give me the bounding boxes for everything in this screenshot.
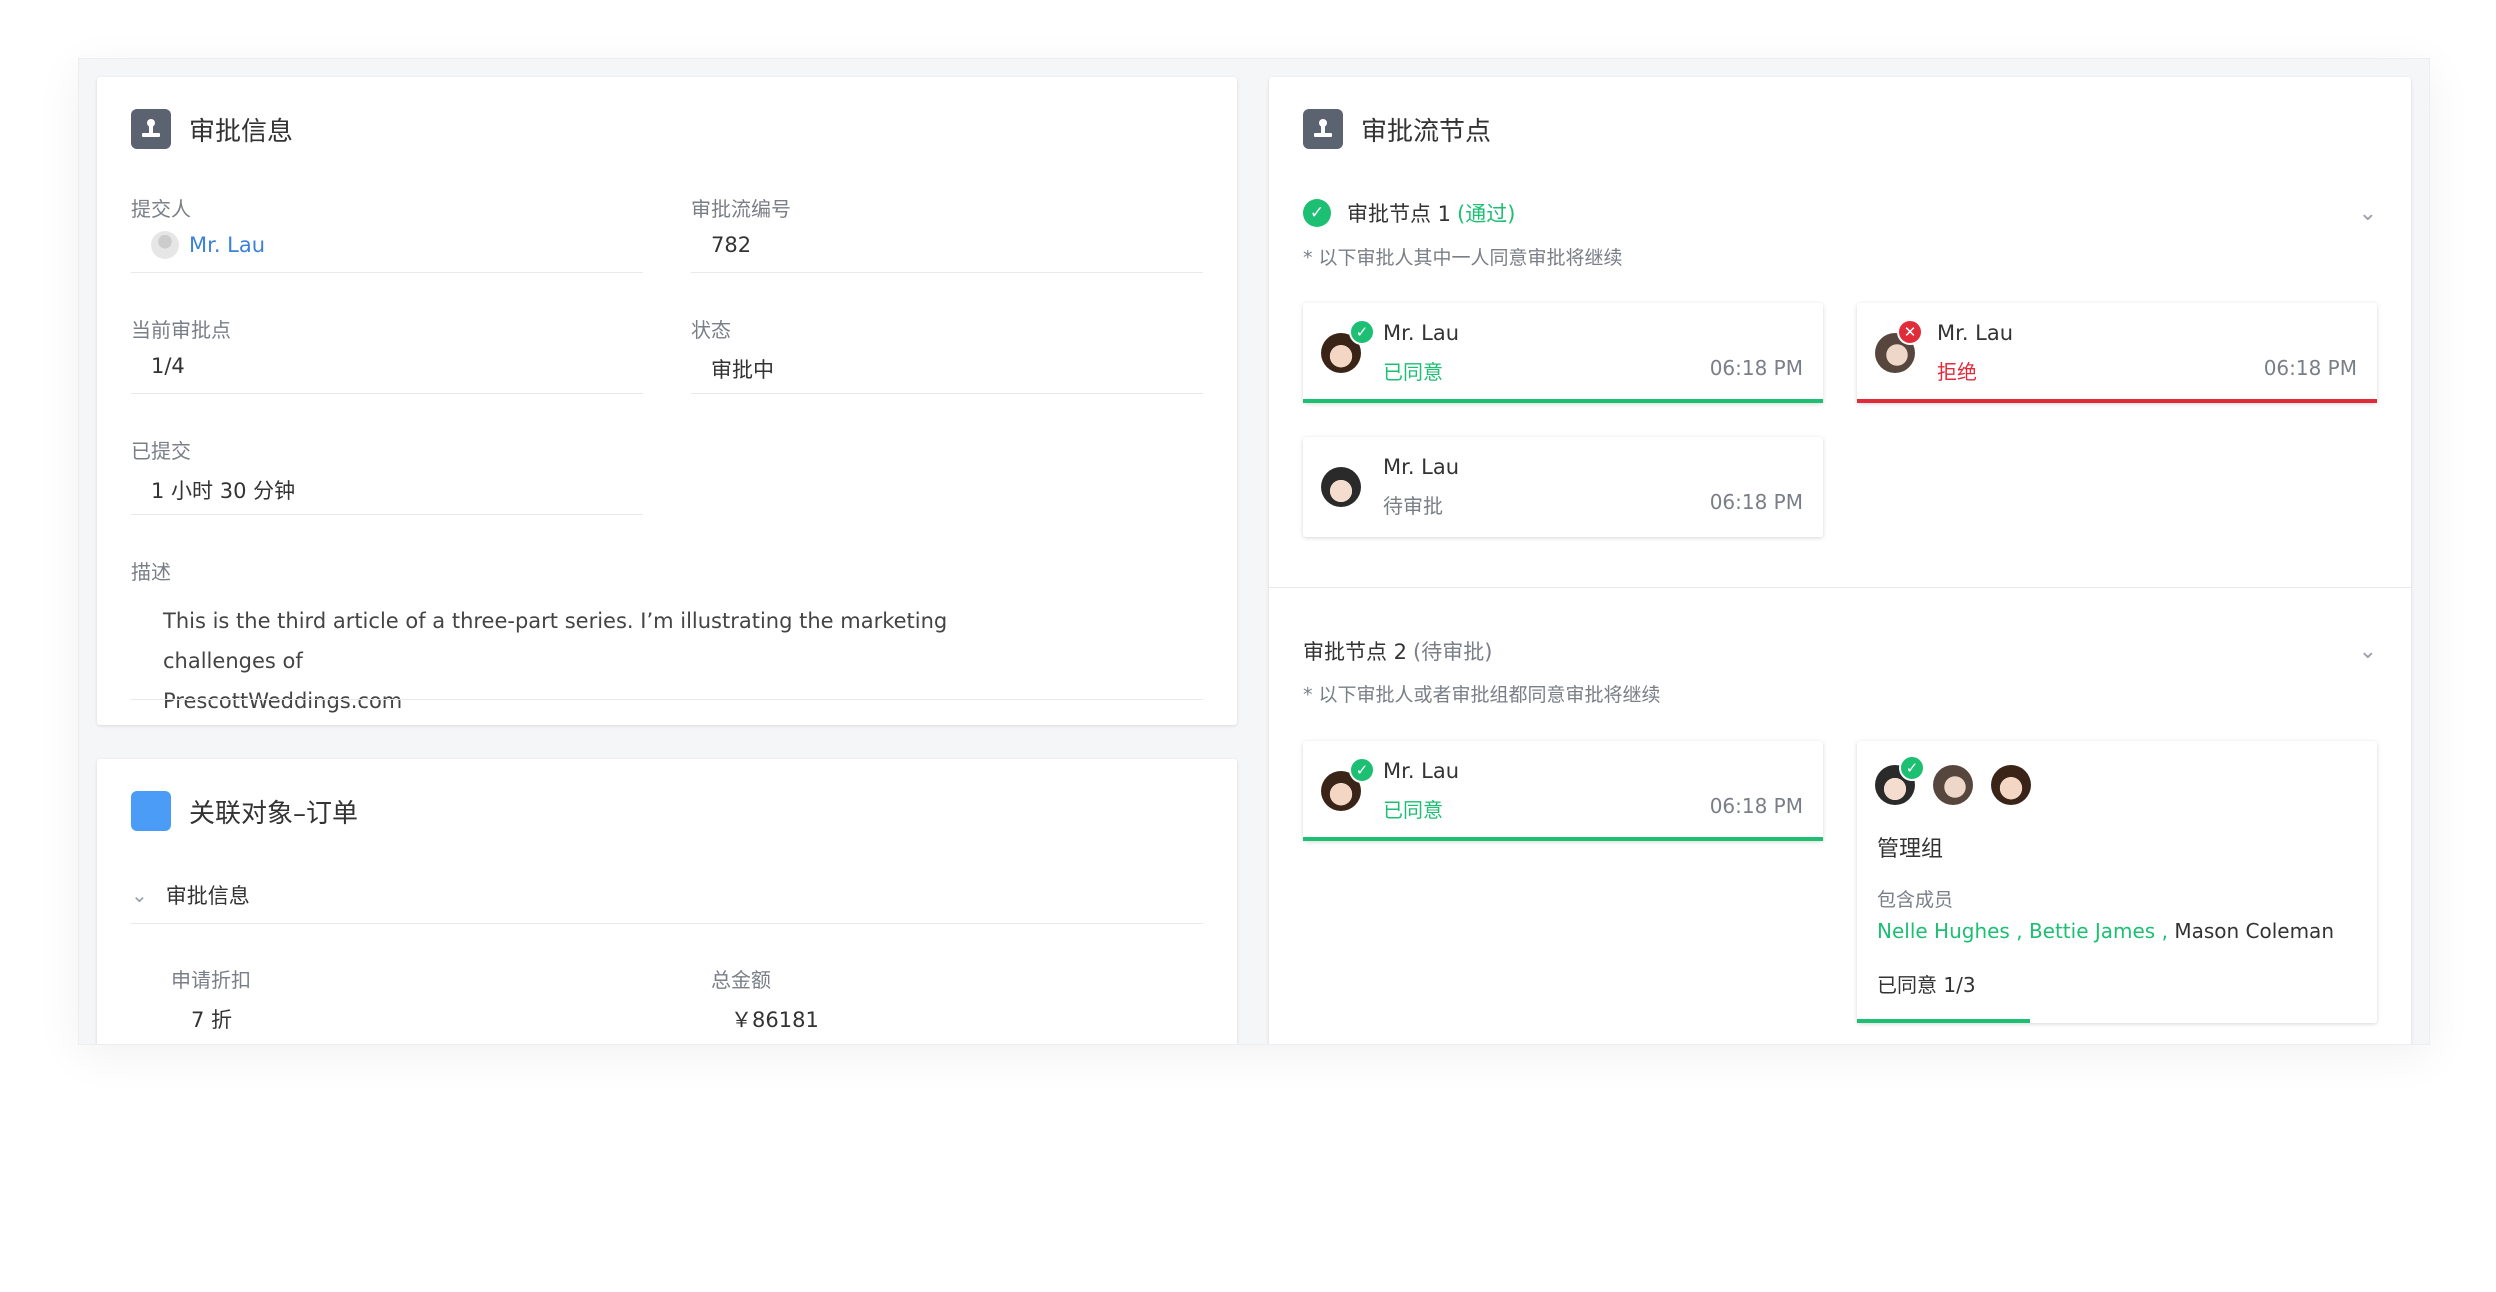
discount-value: 7 折 (191, 1008, 233, 1032)
flow-no-label: 审批流编号 (691, 197, 791, 221)
avatar (151, 231, 179, 259)
check-icon: ✓ (1303, 199, 1331, 227)
current-point-value: 1/4 (131, 354, 643, 394)
member-separator: , (2155, 919, 2175, 943)
app-frame: 审批信息 提交人 Mr. Lau 审批流编号 782 当前审批点 1/4 状态 … (78, 58, 2430, 1045)
discount-field: 申请折扣 7 折 (171, 964, 631, 1032)
status-value: 审批中 (691, 354, 1203, 394)
group-name: 管理组 (1877, 837, 1944, 862)
approver-name: Mr. Lau (1383, 759, 1460, 783)
approval-flow-card: 审批流节点 ✓ 审批节点 1 (通过) ⌄ * 以下审批人其中一人同意审批将继续… (1269, 77, 2411, 1044)
rejected-badge-icon: ✕ (1897, 319, 1923, 345)
approval-flow-title: 审批流节点 (1361, 116, 1492, 147)
node-1-status: (通过) (1457, 202, 1516, 226)
submitted-value: 1 小时 30 分钟 (131, 475, 643, 515)
approver-name: Mr. Lau (1937, 321, 2014, 345)
total-value: ￥86181 (731, 1008, 819, 1032)
approval-info-header: 审批信息 (131, 109, 293, 149)
submitter-name[interactable]: Mr. Lau (189, 233, 265, 257)
order-icon (131, 791, 171, 831)
member-link[interactable]: Nelle Hughes (1877, 919, 2010, 943)
submitter-label: 提交人 (131, 197, 191, 221)
related-section-title: 审批信息 (165, 884, 250, 908)
chevron-down-icon: ⌄ (131, 883, 148, 907)
approval-info-card: 审批信息 提交人 Mr. Lau 审批流编号 782 当前审批点 1/4 状态 … (97, 77, 1237, 725)
approver-time: 06:18 PM (1709, 356, 1803, 380)
approved-badge-icon: ✓ (1349, 757, 1375, 783)
approval-group-card[interactable]: ✓ 管理组 包含成员 Nelle Hughes , Bettie James ,… (1857, 741, 2377, 1023)
status-field: 状态 审批中 (691, 314, 1203, 394)
approver-state: 已同意 (1383, 798, 1443, 822)
submitted-field: 已提交 1 小时 30 分钟 (131, 435, 643, 515)
members-list: Nelle Hughes , Bettie James , Mason Cole… (1877, 919, 2334, 943)
node-1-title: 审批节点 1 (1347, 202, 1452, 226)
avatar (1933, 765, 1973, 805)
node-1-header[interactable]: ✓ 审批节点 1 (通过) ⌄ (1303, 193, 2377, 233)
total-field: 总金额 ￥86181 (711, 964, 1171, 1032)
node-2-title: 审批节点 2 (1303, 640, 1408, 664)
related-order-header: 关联对象–订单 (131, 791, 358, 831)
chevron-down-icon[interactable]: ⌄ (2359, 639, 2377, 664)
member-name: Mason Coleman (2174, 919, 2334, 943)
chevron-down-icon[interactable]: ⌄ (2359, 201, 2377, 226)
node-2-status: (待审批) (1413, 640, 1493, 664)
stamp-icon (1303, 109, 1343, 149)
description-text: This is the third article of a three-par… (163, 601, 1063, 721)
submitter-value[interactable]: Mr. Lau (131, 231, 643, 273)
approver-card[interactable]: Mr. Lau 待审批 06:18 PM (1303, 437, 1823, 537)
approval-info-title: 审批信息 (189, 116, 294, 147)
node-2-header[interactable]: 审批节点 2 (待审批) ⌄ (1303, 631, 2377, 671)
divider (1269, 587, 2411, 588)
member-separator: , (2009, 919, 2029, 943)
rejected-bar (1857, 399, 2377, 403)
related-section-toggle[interactable]: ⌄ 审批信息 (131, 867, 1203, 924)
group-agreed-count: 已同意 1/3 (1877, 973, 1976, 997)
approver-time: 06:18 PM (1709, 794, 1803, 818)
approval-flow-header: 审批流节点 (1303, 109, 1491, 149)
current-point-field: 当前审批点 1/4 (131, 314, 643, 394)
flow-no-field: 审批流编号 782 (691, 193, 1203, 273)
approved-bar (1303, 837, 1823, 841)
approved-badge-icon: ✓ (1899, 755, 1925, 781)
approver-card[interactable]: ✓ Mr. Lau 已同意 06:18 PM (1303, 303, 1823, 403)
approver-state: 待审批 (1383, 494, 1443, 518)
approver-name: Mr. Lau (1383, 321, 1460, 345)
description-line-2: PrescottWeddings.com (163, 689, 403, 713)
group-progress-bar (1857, 1019, 2031, 1023)
related-order-card: 关联对象–订单 ⌄ 审批信息 申请折扣 7 折 总金额 ￥86181 (97, 759, 1237, 1044)
avatar (1321, 467, 1361, 507)
members-label: 包含成员 (1877, 889, 1954, 911)
node-2-note: * 以下审批人或者审批组都同意审批将继续 (1303, 684, 1661, 706)
submitter-field: 提交人 Mr. Lau (131, 193, 643, 273)
status-label: 状态 (691, 318, 731, 342)
approver-card[interactable]: ✕ Mr. Lau 拒绝 06:18 PM (1857, 303, 2377, 403)
desc-label: 描述 (131, 560, 171, 584)
approved-bar (1303, 399, 1823, 403)
stamp-icon (131, 109, 171, 149)
node-1-note: * 以下审批人其中一人同意审批将继续 (1303, 247, 1623, 269)
divider (131, 699, 1203, 700)
approver-name: Mr. Lau (1383, 455, 1460, 479)
submitted-label: 已提交 (131, 439, 191, 463)
approver-time: 06:18 PM (2263, 356, 2357, 380)
approver-state: 已同意 (1383, 360, 1443, 384)
approver-time: 06:18 PM (1709, 490, 1803, 514)
total-label: 总金额 (711, 968, 771, 992)
description-line-1: This is the third article of a three-par… (163, 609, 948, 673)
discount-label: 申请折扣 (171, 968, 251, 992)
avatar (1991, 765, 2031, 805)
approver-card[interactable]: ✓ Mr. Lau 已同意 06:18 PM (1303, 741, 1823, 841)
desc-field: 描述 (131, 556, 643, 586)
approved-badge-icon: ✓ (1349, 319, 1375, 345)
approver-state: 拒绝 (1937, 360, 1977, 384)
member-link[interactable]: Bettie James (2029, 919, 2155, 943)
flow-no-value: 782 (691, 233, 1203, 273)
current-point-label: 当前审批点 (131, 318, 231, 342)
related-order-title: 关联对象–订单 (189, 798, 359, 829)
